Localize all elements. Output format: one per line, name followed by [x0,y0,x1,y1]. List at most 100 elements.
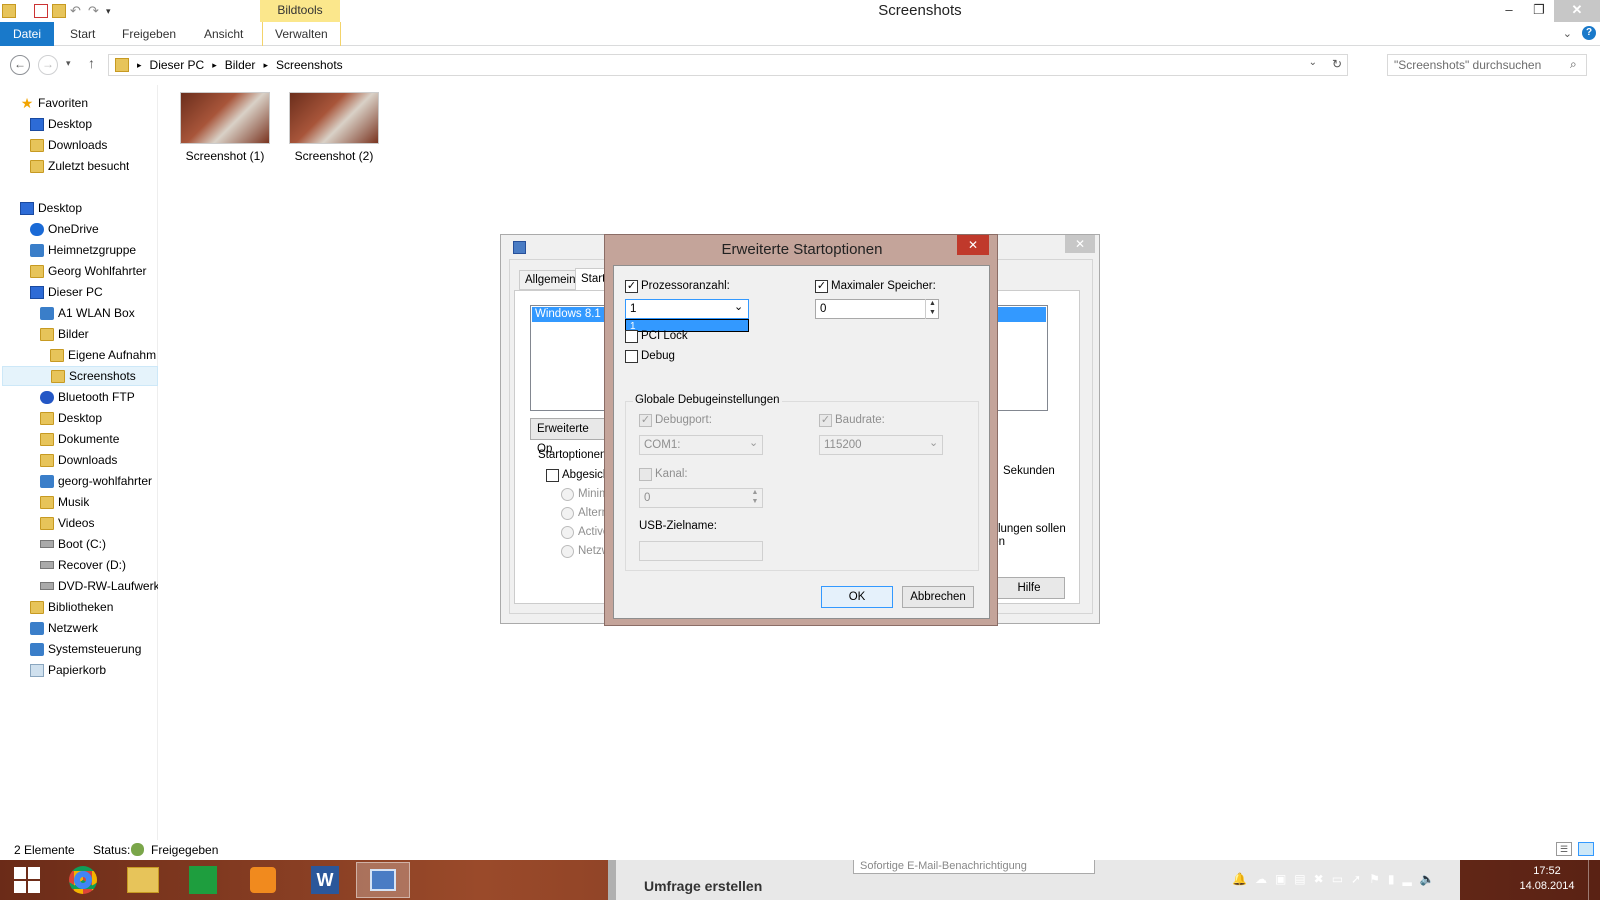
usb-target-input[interactable] [639,541,763,561]
help-icon[interactable]: ? [1582,26,1596,40]
cloud-icon[interactable]: ☁ [1255,872,1267,886]
sidebar-item-bluetooth-ftp[interactable]: Bluetooth FTP [40,387,135,407]
back-button[interactable]: ← [10,55,30,75]
radio-network[interactable] [561,545,574,558]
debugport-checkbox[interactable]: ✓ [639,414,652,427]
help-button[interactable]: Hilfe [993,577,1065,599]
tab-verwalten[interactable]: Verwalten [262,22,341,46]
sidebar-item-dvd[interactable]: DVD-RW-Laufwerk [40,576,158,596]
radio-active-directory[interactable] [561,526,574,539]
processor-count-checkbox[interactable]: ✓ [625,280,638,293]
sidebar-item-onedrive[interactable]: OneDrive [30,219,99,239]
radio-minimal[interactable] [561,488,574,501]
sidebar-item-eigene-aufnahmen[interactable]: Eigene Aufnahm [50,345,158,365]
sidebar-item-systemsteuerung[interactable]: Systemsteuerung [30,639,141,659]
folder-icon[interactable] [2,4,16,18]
baudrate-checkbox[interactable]: ✓ [819,414,832,427]
close-button[interactable]: ✕ [957,235,989,255]
close-button[interactable]: ✕ [1554,0,1600,22]
undo-icon[interactable]: ↶ [70,4,84,18]
properties-icon[interactable] [34,4,48,18]
recent-locations-icon[interactable]: ▾ [66,58,71,69]
sidebar-item-georg[interactable]: Georg Wohlfahrter [30,261,147,281]
close-button[interactable]: ✕ [1065,235,1095,253]
volume-icon[interactable]: 🔈 [1420,872,1435,886]
monitor-tray-icon[interactable]: ▭ [1332,872,1343,886]
search-icon[interactable]: ⌕ [1570,57,1577,72]
store-icon[interactable] [176,862,230,898]
max-memory-checkbox[interactable]: ✓ [815,280,828,293]
chevron-down-icon[interactable]: ⌄ [1309,57,1317,68]
sidebar-item-dokumente[interactable]: Dokumente [40,429,119,449]
sidebar-item-desktop-pc[interactable]: Desktop [40,408,102,428]
tab-ansicht[interactable]: Ansicht [192,22,255,46]
sidebar-item-georg-wohlfahrter-net[interactable]: georg-wohlfahrter [40,471,158,491]
network-tray-icon[interactable]: ▤ [1294,872,1305,886]
forward-button[interactable]: → [38,55,58,75]
minimize-button[interactable]: – [1494,0,1524,22]
tab-start[interactable]: Start [58,22,107,46]
antivirus-icon[interactable]: ✖ [1314,872,1324,886]
cancel-button[interactable]: Abbrechen [902,586,974,608]
sidebar-item-bilder[interactable]: Bilder [40,324,89,344]
notification-icon[interactable]: 🔔 [1232,872,1247,886]
show-desktop-button[interactable] [1588,860,1600,900]
debug-checkbox[interactable] [625,350,638,363]
up-arrow-icon[interactable]: ↑ [88,55,95,71]
details-view-icon[interactable]: ☰ [1556,842,1572,856]
spinner-arrows-icon[interactable]: ▲ ▼ [748,488,762,508]
sidebar-item-favoriten[interactable]: ★ Favoriten [20,93,88,113]
notification-select[interactable]: Sofortige E-Mail-Benachrichtigung [853,860,1095,874]
arrow-tray-icon[interactable]: ➚ [1351,872,1361,886]
redo-icon[interactable]: ↷ [88,4,102,18]
processor-count-select[interactable]: 1 [625,299,749,319]
ok-button[interactable]: OK [821,586,893,608]
sidebar-item-zuletzt[interactable]: Zuletzt besucht [30,156,129,176]
address-bar[interactable]: ▸ Dieser PC ▸ Bilder ▸ Screenshots ⌄ ↻ [108,54,1348,76]
channel-input[interactable]: 0 [639,488,763,508]
sidebar-item-videos[interactable]: Videos [40,513,94,533]
safe-boot-checkbox[interactable] [546,469,559,482]
sidebar-item-recover-d[interactable]: Recover (D:) [40,555,126,575]
start-button[interactable] [0,862,54,898]
sidebar-item-dieser-pc[interactable]: Dieser PC [30,282,103,302]
breadcrumb-dieser-pc[interactable]: Dieser PC [150,58,205,72]
sidebar-item-screenshots[interactable]: Screenshots [2,366,158,386]
search-input[interactable]: "Screenshots" durchsuchen [1387,54,1587,76]
media-player-icon[interactable] [236,862,290,898]
sidebar-item-boot-c[interactable]: Boot (C:) [40,534,106,554]
clock[interactable]: 17:52 14.08.2014 [1512,864,1582,894]
baudrate-select[interactable]: 115200 [819,435,943,455]
flag-icon[interactable]: ⚑ [1369,872,1380,886]
word-icon[interactable]: W [298,862,352,898]
breadcrumb-bilder[interactable]: Bilder [225,58,256,72]
chrome-icon[interactable] [56,862,110,898]
app-tray-icon[interactable]: ▣ [1275,872,1286,886]
spinner-arrows-icon[interactable]: ▲ ▼ [925,299,939,319]
max-memory-input[interactable]: 0 [815,299,939,319]
large-icons-view-icon[interactable] [1578,842,1594,856]
sidebar-item-downloads-pc[interactable]: Downloads [40,450,117,470]
sidebar-item-desktop[interactable]: Desktop [30,114,92,134]
sidebar-item-desktop-root[interactable]: Desktop [20,198,82,218]
sidebar-item-netzwerk[interactable]: Netzwerk [30,618,98,638]
sidebar-item-heimnetzgruppe[interactable]: Heimnetzgruppe [30,240,136,260]
advanced-options-button[interactable]: Erweiterte Op [530,418,608,455]
radio-alternate[interactable] [561,507,574,520]
sidebar-item-musik[interactable]: Musik [40,492,89,512]
channel-checkbox[interactable] [639,468,652,481]
chevron-down-icon[interactable]: ▾ [106,4,120,18]
sidebar-item-bibliotheken[interactable]: Bibliotheken [30,597,113,617]
tab-datei[interactable]: Datei [0,22,54,46]
breadcrumb-screenshots[interactable]: Screenshots [276,58,343,72]
refresh-icon[interactable]: ↻ [1332,57,1342,71]
sidebar-item-a1-wlan[interactable]: A1 WLAN Box [40,303,135,323]
expand-ribbon-icon[interactable]: ⌄ [1563,27,1572,40]
pci-lock-checkbox[interactable] [625,330,638,343]
debugport-select[interactable]: COM1: [639,435,763,455]
sidebar-item-papierkorb[interactable]: Papierkorb [30,660,106,680]
sidebar-item-downloads[interactable]: Downloads [30,135,107,155]
signal-icon[interactable]: ▂ [1402,872,1411,886]
restore-button[interactable]: ❐ [1524,0,1554,22]
tab-freigeben[interactable]: Freigeben [110,22,188,46]
